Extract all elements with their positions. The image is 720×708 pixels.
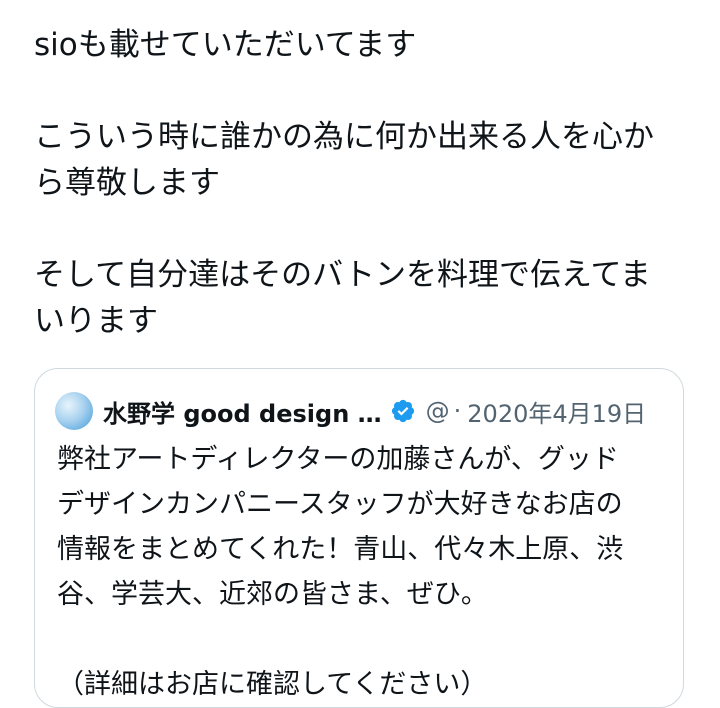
quoted-date[interactable]: 2020年4月19日 <box>467 394 646 429</box>
quoted-display-name[interactable]: 水野学 good design … <box>103 394 382 429</box>
tweet-line: sioも載せていただいてます <box>34 27 417 63</box>
tweet-line: そして自分達はそのバトンを料理で伝えてま <box>34 257 651 293</box>
quoted-handle[interactable]: @ <box>426 397 450 425</box>
quoted-line: 情報をまとめてくれた！青山、代々木上原、渋 <box>57 534 624 565</box>
quoted-line: 谷、学芸大、近郊の皆さま、ぜひ。 <box>57 579 488 610</box>
tweet-paragraph: sioも載せていただいてます <box>34 22 694 68</box>
tweet-line: こういう時に誰かの為に何か出来る人を心か <box>34 119 654 155</box>
quoted-line: デザインカンパニースタッフが大好きなお店の <box>57 489 623 520</box>
avatar[interactable] <box>55 392 93 430</box>
verified-badge-icon <box>391 399 414 423</box>
tweet-line: いります <box>34 303 158 339</box>
meta-separator: · <box>453 397 462 425</box>
tweet-line: ら尊敬します <box>34 165 220 201</box>
tweet-paragraph: こういう時に誰かの為に何か出来る人を心か ら尊敬します <box>34 114 694 206</box>
quoted-tweet-text: 弊社アートディレクターの加藤さんが、グッド デザインカンパニースタッフが大好きな… <box>57 437 667 707</box>
quoted-tweet-header: 水野学 good design … @ · 2020年4月19日 <box>55 391 663 431</box>
tweet-text: sioも載せていただいてます こういう時に誰かの為に何か出来る人を心か ら尊敬し… <box>34 22 694 344</box>
quoted-line: （詳細はお店に確認してください） <box>57 669 488 700</box>
tweet-paragraph: そして自分達はそのバトンを料理で伝えてま いります <box>34 252 694 344</box>
quoted-tweet-card[interactable]: 水野学 good design … @ · 2020年4月19日 弊社アートディ… <box>34 368 684 708</box>
quoted-line: 弊社アートディレクターの加藤さんが、グッド <box>57 444 619 475</box>
